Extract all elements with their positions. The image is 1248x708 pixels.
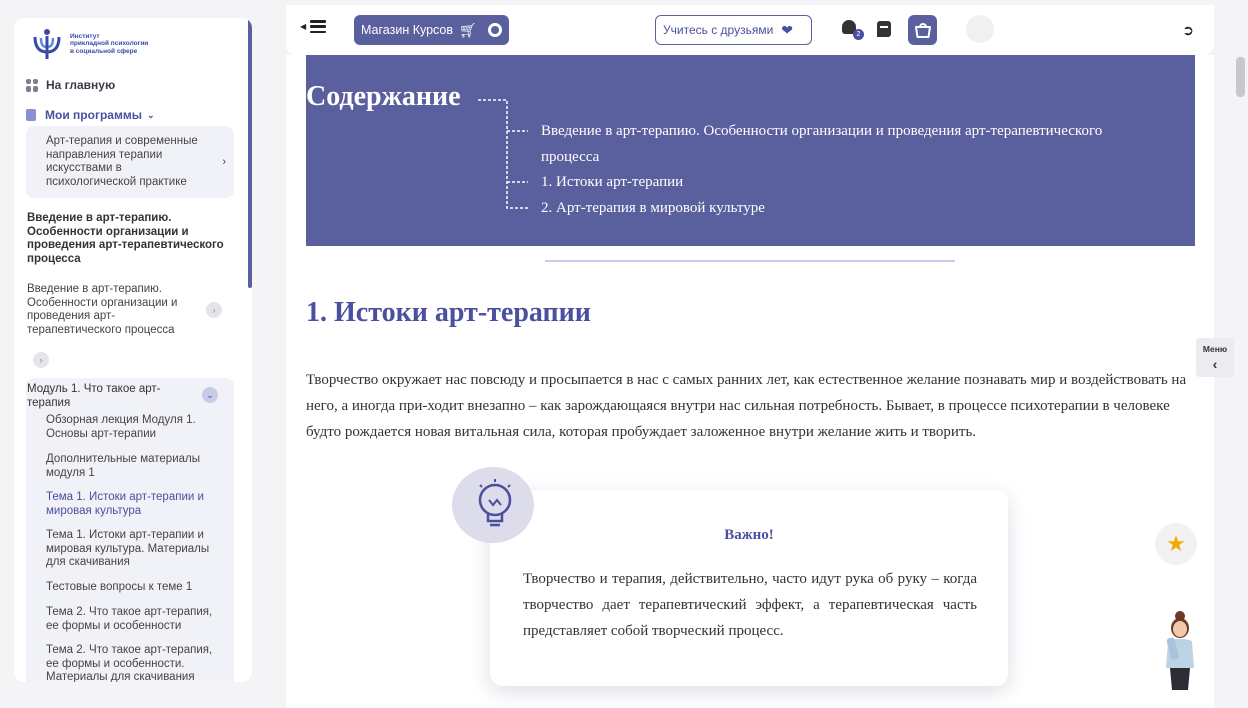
lightbulb-icon	[452, 467, 534, 543]
document-icon	[26, 109, 36, 121]
lesson-expand-button[interactable]: ›	[206, 302, 222, 318]
module-title[interactable]: Модуль 1. Что такое арт-терапия	[27, 383, 197, 410]
assistant-character[interactable]	[1154, 608, 1202, 692]
grid-icon	[26, 78, 39, 92]
basket-button[interactable]	[908, 15, 937, 45]
avatar[interactable]	[966, 15, 994, 43]
toc-item[interactable]: 1. Истоки арт-терапии	[541, 169, 1151, 195]
study-with-friends-button[interactable]: Учитесь с друзьями ❤︎	[655, 15, 812, 45]
top-header: ◀ Магазин Курсов 🛒︎ Учитесь с друзьями ❤…	[286, 5, 1214, 55]
side-menu-tab[interactable]: Меню ‹	[1196, 338, 1234, 377]
toc-title: Содержание	[306, 81, 461, 112]
module-item[interactable]: Тема 1. Истоки арт-терапии и мировая кул…	[46, 529, 224, 570]
chevron-down-icon: ⌄	[206, 389, 214, 400]
logo-text: Институт прикладной психологии в социаль…	[70, 32, 149, 55]
module-collapse-button[interactable]: ⌄	[202, 387, 218, 403]
hamburger-icon	[310, 20, 327, 33]
cart-icon: 🛒︎	[459, 21, 477, 38]
main-content: Содержание Введение в арт-терапию. Особе…	[286, 55, 1214, 708]
section-paragraph: Творчество окружает нас повсюду и просып…	[306, 372, 1187, 440]
nav-programs-label: Мои программы	[45, 108, 142, 122]
assistant-avatar-icon	[1166, 611, 1194, 690]
course-shop-button[interactable]: Магазин Курсов 🛒︎	[354, 15, 509, 45]
section-title: 1. Истоки арт-терапии	[306, 297, 591, 328]
expand-button[interactable]: ›	[33, 352, 49, 368]
module-item[interactable]: Дополнительные материалы модуля 1	[46, 453, 224, 480]
record-icon	[488, 23, 502, 37]
side-menu-label: Меню	[1202, 344, 1228, 354]
nav-home-link[interactable]: На главную	[26, 78, 115, 92]
program-card[interactable]: Арт-терапия и современные направления те…	[26, 126, 234, 198]
chevron-right-icon: ›	[222, 156, 226, 168]
module-block: Модуль 1. Что такое арт-терапия ⌄ Обзорн…	[26, 378, 234, 682]
institute-logo[interactable]: Институт прикладной психологии в социаль…	[30, 28, 148, 60]
program-card-label: Арт-терапия и современные направления те…	[46, 135, 198, 188]
caret-left-icon: ◀	[300, 22, 307, 31]
logo-icon	[33, 29, 61, 59]
chevron-right-icon: ›	[212, 305, 216, 315]
notifications-badge: 2	[853, 29, 864, 40]
active-lesson-title[interactable]: Введение в арт-терапию. Особенности орга…	[27, 212, 237, 266]
page-scrollbar[interactable]	[1236, 57, 1245, 97]
chevron-right-icon: ›	[39, 355, 43, 365]
important-title: Важно!	[724, 527, 774, 543]
notifications-button[interactable]: 2	[842, 20, 864, 40]
module-item[interactable]: Тестовые вопросы к теме 1	[46, 581, 224, 595]
star-icon: ★	[1166, 531, 1186, 556]
chevron-down-icon: ⌄	[146, 109, 155, 120]
module-item[interactable]: Обзорная лекция Модуля 1. Основы арт-тер…	[46, 414, 224, 441]
sidebar-scrollbar[interactable]	[248, 18, 252, 288]
chat-icon[interactable]	[877, 21, 891, 37]
module-item[interactable]: Тема 2. Что такое арт-терапия, ее формы …	[46, 644, 224, 682]
menu-toggle-button[interactable]: ◀	[300, 20, 327, 33]
handshake-heart-icon: ❤︎	[781, 21, 794, 38]
section-divider	[545, 260, 955, 262]
favorite-button[interactable]: ★	[1155, 523, 1197, 565]
important-callout: Важно! Творчество и терапия, действитель…	[490, 490, 1008, 686]
nav-home-label: На главную	[46, 78, 116, 92]
nav-programs-toggle[interactable]: Мои программы ⌄	[26, 108, 155, 122]
study-with-friends-label: Учитесь с друзьями	[663, 23, 774, 37]
toc-item[interactable]: 2. Арт-терапия в мировой культуре	[541, 195, 1151, 221]
basket-icon	[914, 23, 931, 38]
table-of-contents: Содержание Введение в арт-терапию. Особе…	[306, 55, 1195, 246]
course-shop-label: Магазин Курсов	[361, 23, 454, 37]
module-item[interactable]: Тема 2. Что такое арт-терапия, ее формы …	[46, 606, 224, 633]
important-text: Творчество и терапия, действительно, час…	[523, 571, 977, 639]
sidebar: Институт прикладной психологии в социаль…	[14, 18, 252, 682]
module-item-current[interactable]: Тема 1. Истоки арт-терапии и мировая кул…	[46, 491, 224, 518]
logout-icon[interactable]: ➲	[1182, 22, 1194, 39]
toc-item[interactable]: Введение в арт-терапию. Особенности орга…	[541, 118, 1151, 170]
chevron-left-icon: ‹	[1212, 356, 1218, 372]
lesson-item[interactable]: Введение в арт-терапию. Особенности орга…	[27, 283, 207, 337]
